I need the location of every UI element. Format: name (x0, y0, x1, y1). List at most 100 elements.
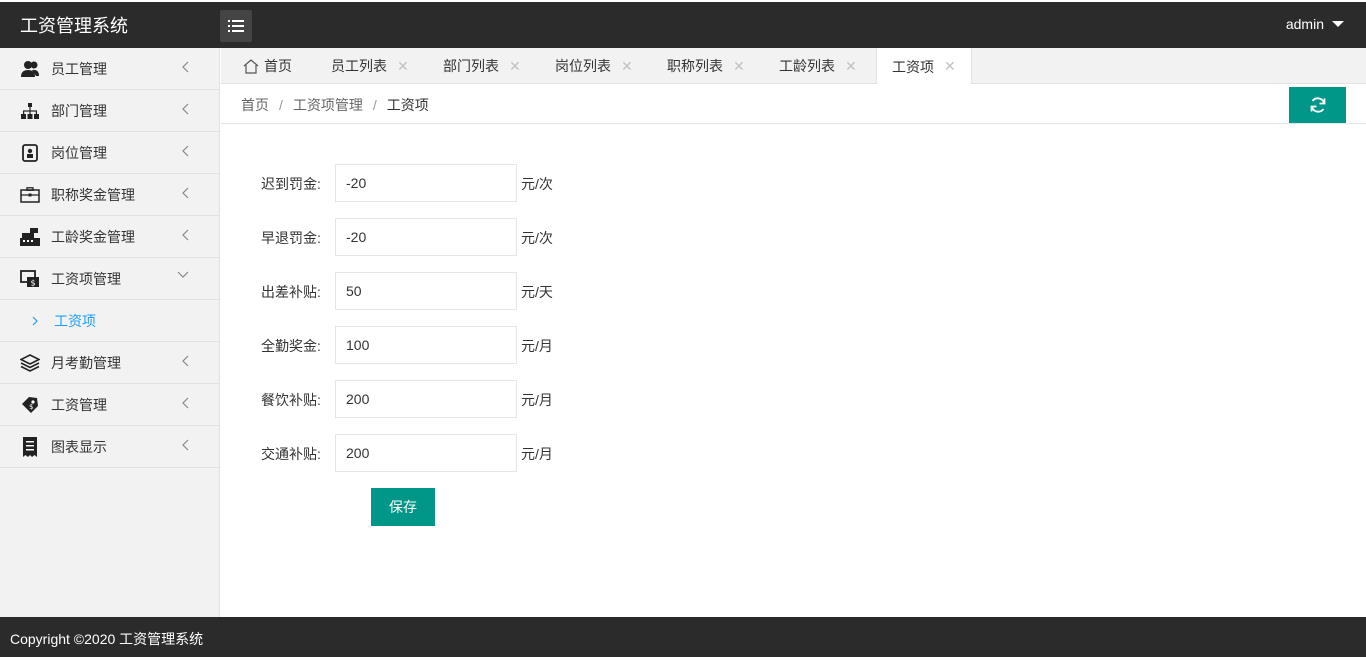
late-penalty-input[interactable] (335, 164, 517, 202)
attendance-bonus-input[interactable] (335, 326, 517, 364)
sidebar-item-position[interactable]: 岗位管理 (0, 132, 219, 174)
breadcrumb-bar: 首页 / 工资项管理 / 工资项 (221, 84, 1366, 124)
svg-text:$: $ (30, 278, 35, 287)
sidebar-item-label: 工资管理 (51, 396, 107, 413)
chevron-down-icon (177, 271, 189, 278)
top-header: 工资管理系统 admin (0, 0, 1366, 48)
field-unit: 元/天 (521, 284, 553, 300)
transport-allowance-input[interactable] (335, 434, 517, 472)
chevron-left-icon (182, 145, 189, 157)
tab-seniority-list[interactable]: 工龄列表 ✕ (779, 48, 857, 84)
tab-bar: 首页 员工列表 ✕ 部门列表 ✕ 岗位列表 ✕ 职称列表 ✕ 工龄列表 ✕ 工资项 ✕ (221, 48, 1366, 85)
field-unit: 元/月 (521, 338, 553, 354)
field-unit: 元/次 (521, 230, 553, 246)
users-icon (20, 59, 40, 79)
tab-employee-list[interactable]: 员工列表 ✕ (331, 48, 409, 84)
close-icon[interactable]: ✕ (845, 58, 857, 75)
tab-label: 岗位列表 (555, 58, 611, 74)
close-icon[interactable]: ✕ (621, 58, 633, 75)
tab-label: 部门列表 (443, 58, 499, 74)
breadcrumb-salary-item-management[interactable]: 工资项管理 (293, 97, 363, 113)
sidebar-subitem-salary-item[interactable]: 工资项 (0, 300, 219, 342)
sidebar-item-label: 员工管理 (51, 60, 107, 77)
travel-allowance-input[interactable] (335, 272, 517, 310)
sidebar-item-salary[interactable]: $ 工资管理 (0, 384, 219, 426)
tab-home[interactable]: 首页 (243, 48, 292, 84)
sidebar-subitem-label: 工资项 (54, 312, 96, 329)
sitemap-icon (20, 101, 40, 121)
svg-text:$: $ (29, 403, 33, 411)
form-row-meal-allowance: 餐饮补贴: 元/月 (221, 380, 821, 418)
field-label: 出差补贴: (261, 284, 321, 300)
sidebar-item-label: 部门管理 (51, 102, 107, 119)
chevron-left-icon (182, 61, 189, 73)
sidebar-item-attendance[interactable]: 月考勤管理 (0, 342, 219, 384)
sidebar-item-label: 图表显示 (51, 438, 107, 455)
field-unit: 元/月 (521, 392, 553, 408)
layers-icon (20, 353, 40, 373)
list-icon (228, 20, 244, 32)
badge-icon (20, 143, 40, 163)
briefcase-icon (20, 185, 40, 205)
chevron-left-icon (182, 439, 189, 451)
sidebar-item-label: 工龄奖金管理 (51, 228, 135, 245)
caret-down-icon (1332, 21, 1344, 27)
tab-department-list[interactable]: 部门列表 ✕ (443, 48, 521, 84)
chevron-left-icon (182, 355, 189, 367)
tab-label: 工龄列表 (779, 58, 835, 74)
menu-toggle-button[interactable] (220, 10, 252, 42)
chevron-left-icon (182, 187, 189, 199)
chevron-left-icon (182, 103, 189, 115)
close-icon[interactable]: ✕ (397, 58, 409, 75)
early-leave-penalty-input[interactable] (335, 218, 517, 256)
sidebar-item-salary-items[interactable]: $ 工资项管理 (0, 258, 219, 300)
home-icon (243, 58, 259, 74)
field-label: 早退罚金: (261, 230, 321, 246)
close-icon[interactable]: ✕ (944, 58, 956, 75)
sidebar: 员工管理 部门管理 岗位管理 职称奖金管理 工龄奖金管理 $ 工资项管理 工资项… (0, 48, 220, 617)
tab-salary-item[interactable]: 工资项 ✕ (876, 48, 972, 85)
form-row-early-leave-penalty: 早退罚金: 元/次 (221, 218, 821, 256)
chevron-left-icon (182, 229, 189, 241)
user-menu[interactable]: admin (1286, 16, 1344, 32)
sidebar-item-label: 工资项管理 (51, 270, 121, 287)
refresh-button[interactable] (1289, 87, 1346, 123)
breadcrumb-home[interactable]: 首页 (241, 97, 269, 113)
field-label: 交通补贴: (261, 446, 321, 462)
copyright-text: Copyright ©2020 工资管理系统 (10, 631, 204, 647)
close-icon[interactable]: ✕ (733, 58, 745, 75)
tab-label: 职称列表 (667, 58, 723, 74)
sidebar-item-label: 职称奖金管理 (51, 186, 135, 203)
sidebar-item-department[interactable]: 部门管理 (0, 90, 219, 132)
form-row-late-penalty: 迟到罚金: 元/次 (221, 164, 821, 202)
chevron-right-icon (32, 316, 38, 325)
footer: Copyright ©2020 工资管理系统 (0, 617, 1366, 657)
field-unit: 元/月 (521, 446, 553, 462)
sidebar-item-employee[interactable]: 员工管理 (0, 48, 219, 90)
tab-label: 首页 (264, 58, 292, 74)
breadcrumb-current: 工资项 (386, 97, 429, 113)
money-window-icon: $ (20, 269, 40, 289)
sidebar-item-label: 岗位管理 (51, 144, 107, 161)
close-icon[interactable]: ✕ (509, 58, 521, 75)
form-row-travel-allowance: 出差补贴: 元/天 (221, 272, 821, 310)
salary-item-form: 迟到罚金: 元/次 早退罚金: 元/次 出差补贴: 元/天 全勤奖金: 元/月 … (221, 124, 1366, 617)
form-row-transport-allowance: 交通补贴: 元/月 (221, 434, 821, 472)
field-unit: 元/次 (521, 176, 553, 192)
sidebar-item-label: 月考勤管理 (51, 354, 121, 371)
tab-label: 工资项 (892, 58, 934, 75)
tab-label: 员工列表 (331, 58, 387, 74)
user-name: admin (1285, 16, 1324, 32)
field-label: 餐饮补贴: (261, 392, 321, 408)
receipt-icon (20, 436, 40, 457)
sidebar-item-charts[interactable]: 图表显示 (0, 426, 219, 468)
meal-allowance-input[interactable] (335, 380, 517, 418)
sidebar-item-seniority-bonus[interactable]: 工龄奖金管理 (0, 216, 219, 258)
tab-position-list[interactable]: 岗位列表 ✕ (555, 48, 633, 84)
save-button[interactable]: 保存 (371, 488, 435, 526)
form-row-attendance-bonus: 全勤奖金: 元/月 (221, 326, 821, 364)
refresh-icon (1310, 97, 1325, 113)
tab-title-list[interactable]: 职称列表 ✕ (667, 48, 745, 84)
sidebar-item-title-bonus[interactable]: 职称奖金管理 (0, 174, 219, 216)
tag-icon: $ (20, 395, 40, 415)
